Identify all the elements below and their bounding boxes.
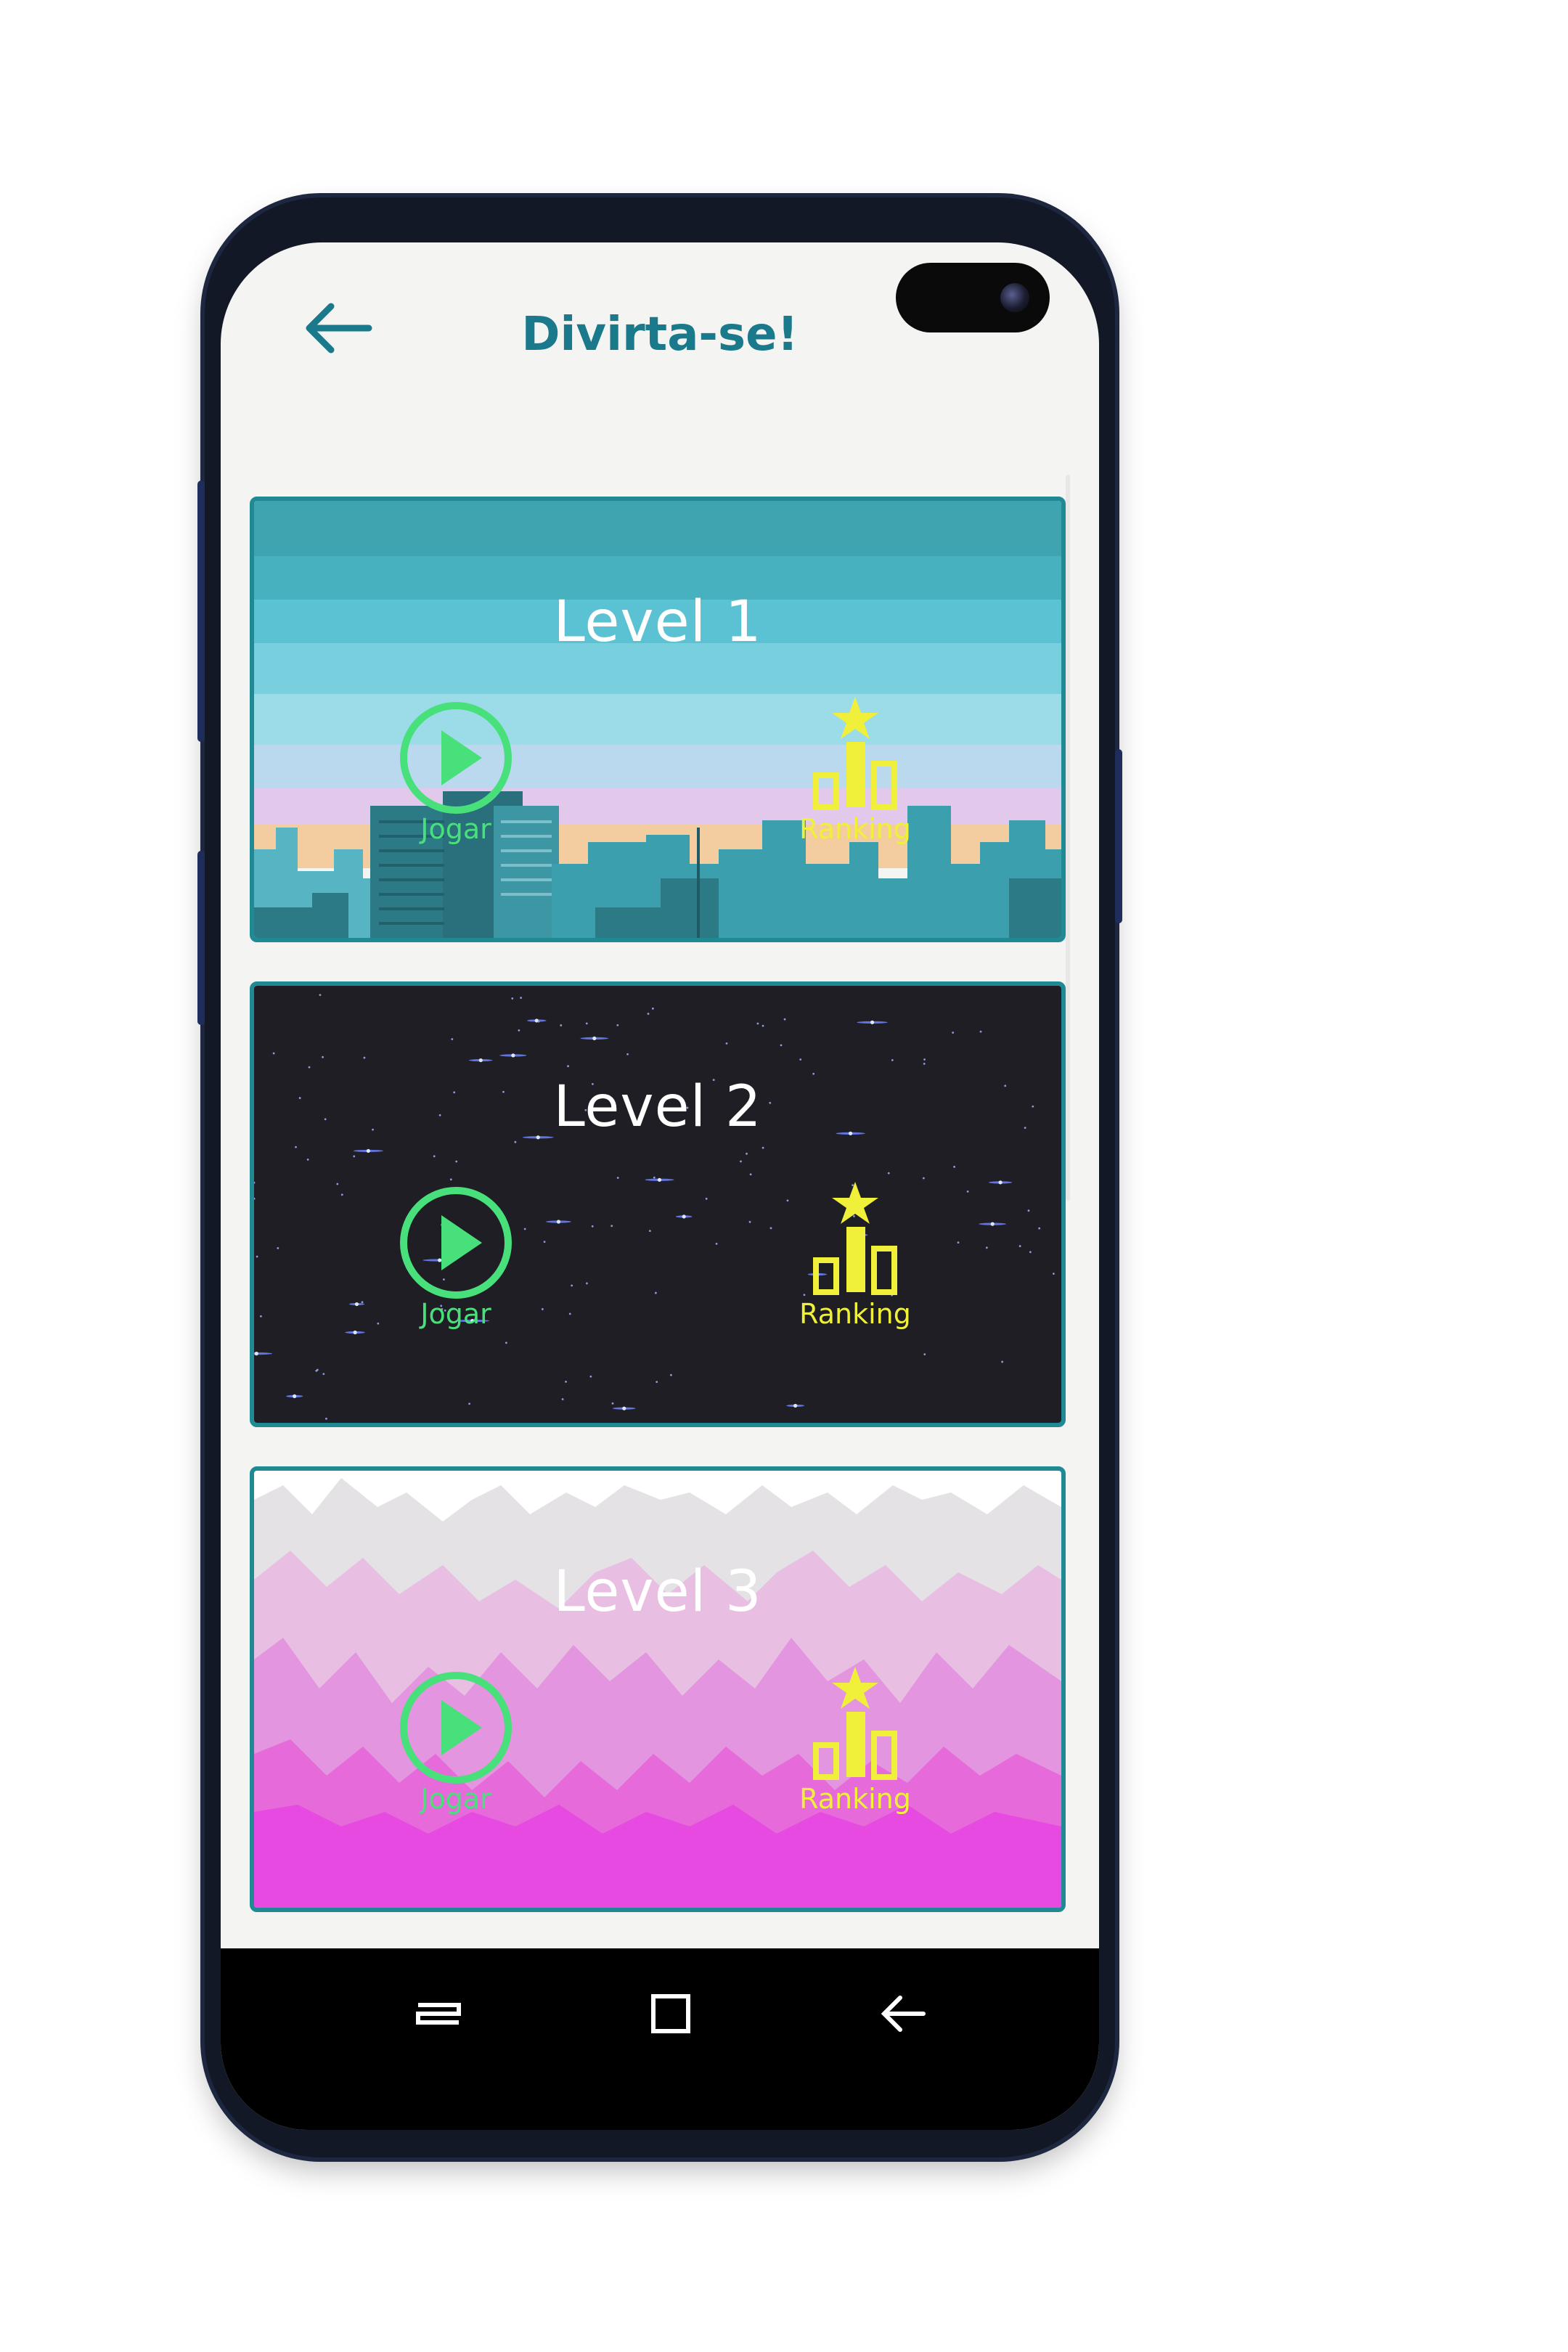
play-icon [400, 1672, 512, 1784]
ranking-label: Ranking [799, 813, 911, 845]
podium-icon [813, 697, 897, 810]
city-skyline-background [254, 501, 1061, 938]
volume-up-button [197, 481, 205, 742]
level-title: Level 1 [553, 589, 762, 655]
app-bar: Divirta-se! [221, 242, 1099, 388]
level-card-3[interactable]: Level 3 Jogar Ranking [250, 1466, 1066, 1912]
ranking-label: Ranking [799, 1298, 911, 1330]
back-icon[interactable] [867, 1977, 939, 2050]
play-label: Jogar [420, 1783, 491, 1815]
pink-mountains-background [254, 1471, 1061, 1908]
system-nav-bar [221, 1948, 1099, 2130]
level-title: Level 2 [553, 1074, 762, 1140]
play-icon [400, 702, 512, 814]
ranking-button[interactable]: Ranking [783, 1179, 928, 1330]
page-title: Divirta-se! [521, 308, 799, 362]
ranking-button[interactable]: Ranking [783, 694, 928, 845]
play-label: Jogar [420, 1298, 491, 1330]
app-screen: Divirta-se! Level 1 Jogar Ranking Level … [221, 242, 1099, 2130]
play-button[interactable]: Jogar [396, 1668, 515, 1815]
play-button[interactable]: Jogar [396, 698, 515, 845]
play-button[interactable]: Jogar [396, 1183, 515, 1330]
podium-icon [813, 1182, 897, 1295]
volume-down-button [197, 851, 205, 1025]
play-label: Jogar [420, 813, 491, 845]
phone-frame: Divirta-se! Level 1 Jogar Ranking Level … [197, 197, 1122, 2157]
power-button [1115, 749, 1122, 923]
level-title: Level 3 [553, 1559, 762, 1625]
level-card-1[interactable]: Level 1 Jogar Ranking [250, 497, 1066, 942]
starfield-background [254, 986, 1061, 1423]
scrollbar[interactable] [1066, 475, 1070, 1201]
home-icon[interactable] [634, 1977, 707, 2050]
play-icon [400, 1187, 512, 1299]
level-card-2[interactable]: Level 2 Jogar Ranking [250, 981, 1066, 1427]
recent-apps-icon[interactable] [402, 1977, 475, 2050]
ranking-label: Ranking [799, 1783, 911, 1815]
ranking-button[interactable]: Ranking [783, 1664, 928, 1815]
podium-icon [813, 1667, 897, 1780]
